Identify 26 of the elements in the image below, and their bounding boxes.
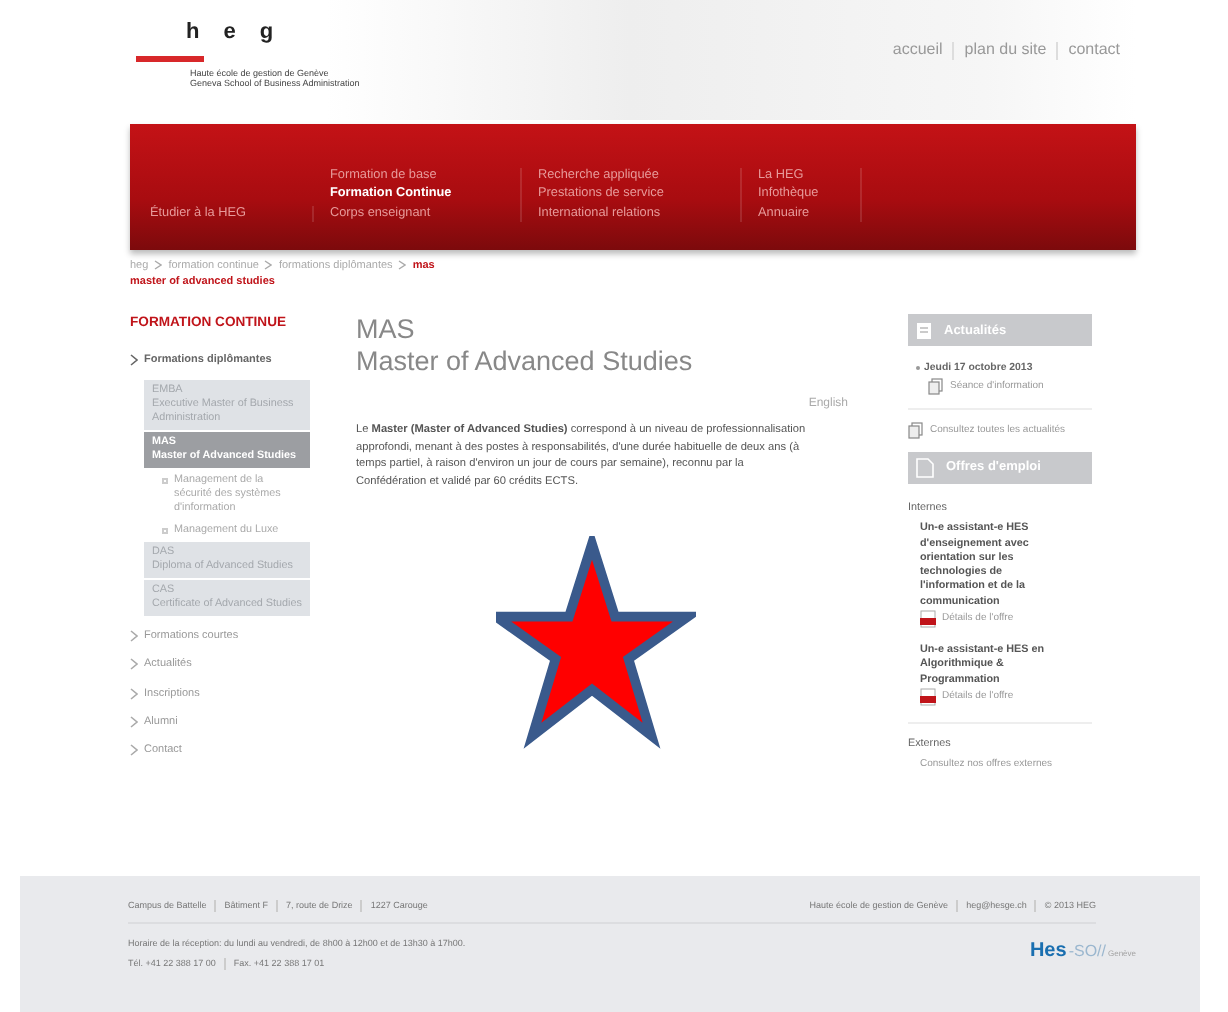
- document-icon: [928, 378, 944, 397]
- logo-letter: h: [186, 18, 200, 48]
- logo-letter: e: [223, 18, 236, 48]
- logo-text: -SO//: [1068, 940, 1106, 964]
- top-link[interactable]: plan du site: [964, 38, 1047, 62]
- chevron-icon: [130, 353, 138, 366]
- chevron-icon: [130, 687, 138, 700]
- chevron-icon: [130, 744, 138, 757]
- logo-letter: g: [259, 18, 274, 48]
- chevron-icon: [130, 658, 138, 671]
- chevron-icon: [398, 260, 407, 271]
- top-link[interactable]: contact: [1068, 38, 1120, 62]
- pdf-icon: [920, 610, 936, 629]
- chevron-icon: [130, 715, 138, 728]
- chevron-icon: [130, 630, 138, 643]
- newspaper-icon: [916, 321, 932, 340]
- top-link[interactable]: accueil: [892, 38, 943, 62]
- pdf-icon: [920, 687, 936, 706]
- logo-text: Hes: [1029, 938, 1067, 966]
- document-icon: [908, 422, 924, 441]
- page-title: MAS: [356, 314, 417, 346]
- document-icon: [916, 458, 934, 479]
- page-subtitle: Master of Advanced Studies: [356, 345, 695, 377]
- chevron-icon: [154, 260, 163, 271]
- chevron-icon: [264, 260, 273, 271]
- logo-bar: [136, 55, 204, 61]
